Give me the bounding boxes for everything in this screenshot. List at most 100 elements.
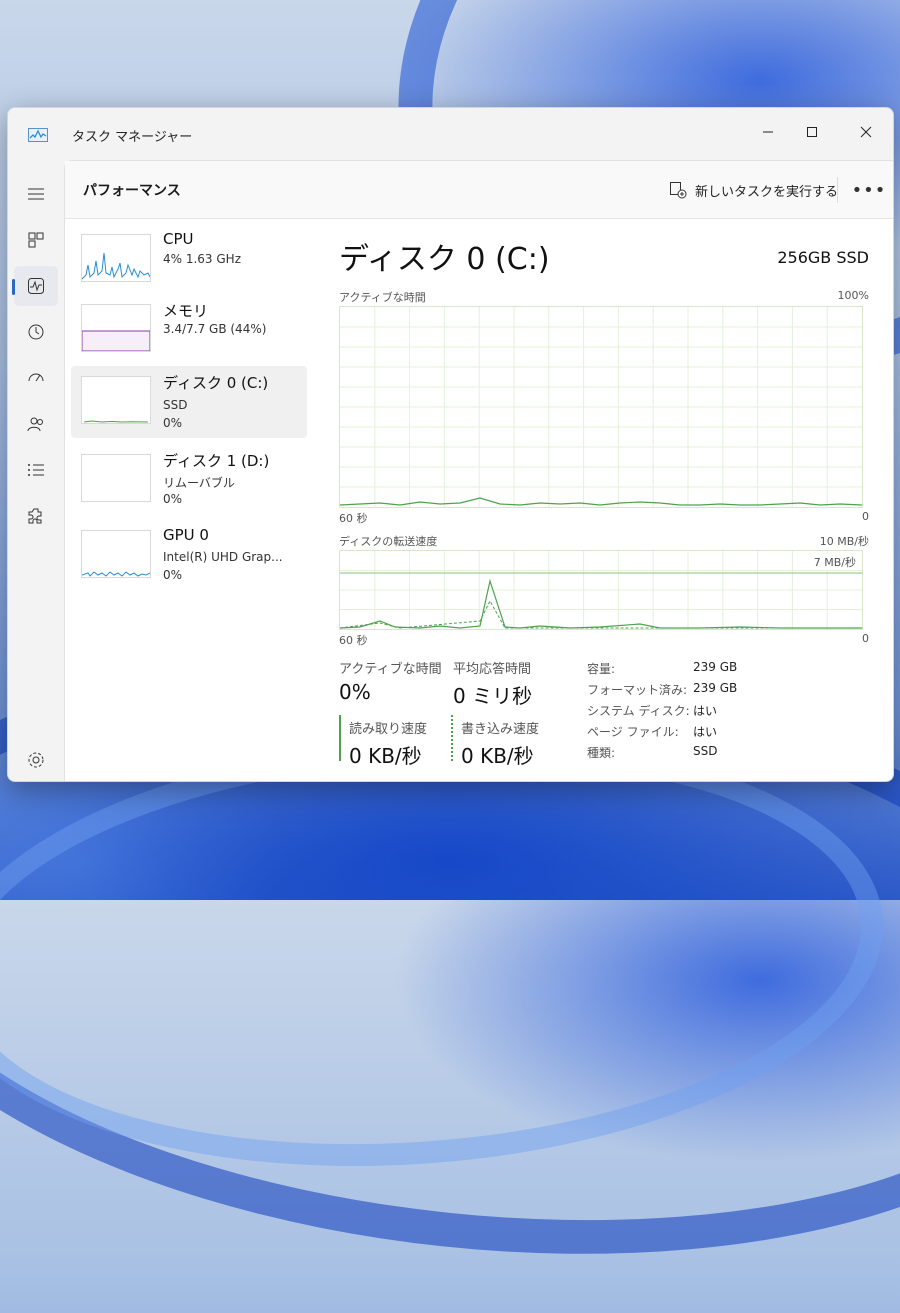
task-manager-app-icon xyxy=(28,128,48,142)
nav-details[interactable] xyxy=(14,450,58,490)
nav-settings[interactable] xyxy=(14,740,58,780)
perf-item-memory[interactable]: メモリ 3.4/7.7 GB (44%) xyxy=(71,294,307,366)
page-header: パフォーマンス 新しいタスクを実行する ••• xyxy=(65,161,893,219)
active-time-chart xyxy=(339,307,863,507)
response-time-stat-label: 平均応答時間 xyxy=(453,662,532,677)
gear-icon xyxy=(28,752,44,768)
details-icon xyxy=(28,464,44,476)
info-key: 種類: xyxy=(587,746,616,760)
minimize-icon xyxy=(763,131,773,133)
minimize-button[interactable] xyxy=(746,116,790,148)
maximize-button[interactable] xyxy=(790,116,834,148)
header-divider xyxy=(837,177,838,203)
run-task-label: 新しいタスクを実行する xyxy=(695,184,839,200)
nav-performance[interactable] xyxy=(12,266,58,306)
cpu-thumbnail xyxy=(81,234,151,282)
active-time-min: 0 xyxy=(862,510,869,523)
read-speed-marker xyxy=(339,715,341,761)
page-title: パフォーマンス xyxy=(83,183,181,199)
transfer-x-label: 60 秒 xyxy=(339,634,368,647)
write-speed-label: 書き込み速度 xyxy=(461,722,540,737)
app-history-icon xyxy=(28,324,44,340)
perf-item-detail: 4% 1.63 GHz xyxy=(163,252,242,266)
disk-detail-panel: ディスク 0 (C:) 256GB SSD アクティブな時間 100% 60 秒… xyxy=(337,218,877,778)
title-bar[interactable]: タスク マネージャー xyxy=(8,108,893,160)
gpu-thumbnail xyxy=(81,530,151,578)
perf-item-gpu-0[interactable]: GPU 0 Intel(R) UHD Grap... 0% xyxy=(71,520,307,592)
info-key: ページ ファイル: xyxy=(587,725,679,739)
gpu-sparkline xyxy=(82,571,150,577)
nav-startup[interactable] xyxy=(14,358,58,398)
more-icon: ••• xyxy=(851,179,887,201)
close-button[interactable] xyxy=(844,116,888,148)
startup-icon xyxy=(28,373,44,382)
perf-item-usage: 0% xyxy=(163,568,183,582)
services-icon xyxy=(28,508,42,524)
nav-processes[interactable] xyxy=(14,220,58,260)
perf-item-name: GPU 0 xyxy=(163,526,209,544)
transfer-graph-label: ディスクの転送速度 xyxy=(339,535,438,548)
perf-item-name: CPU xyxy=(163,230,194,248)
active-time-graph xyxy=(339,306,863,508)
performance-page: パフォーマンス 新しいタスクを実行する ••• CPU 4% 1.63 GHz … xyxy=(64,160,893,781)
disk1-thumbnail xyxy=(81,454,151,502)
active-time-stat-label: アクティブな時間 xyxy=(339,662,442,677)
disk0-sparkline xyxy=(83,420,149,423)
perf-item-usage: 0% xyxy=(163,416,183,430)
performance-icon xyxy=(28,278,44,294)
perf-item-usage: 0% xyxy=(163,492,183,506)
maximize-icon xyxy=(807,127,817,137)
transfer-rate-chart xyxy=(339,551,862,629)
hamburger-icon xyxy=(28,188,44,200)
info-value: はい xyxy=(693,704,718,718)
nav-app-history[interactable] xyxy=(14,312,58,352)
transfer-min: 0 xyxy=(862,632,869,645)
perf-item-cpu[interactable]: CPU 4% 1.63 GHz xyxy=(71,224,307,296)
disk0-thumbnail xyxy=(81,376,151,424)
nav-menu-button[interactable] xyxy=(14,174,58,214)
processes-icon xyxy=(28,232,44,248)
performance-list: CPU 4% 1.63 GHz メモリ 3.4/7.7 GB (44%) ディス… xyxy=(65,218,315,781)
cpu-sparkline xyxy=(82,252,150,280)
info-value: はい xyxy=(693,725,718,739)
response-time-stat-value: 0 ミリ秒 xyxy=(453,684,533,708)
active-time-graph-max: 100% xyxy=(837,289,869,302)
info-key: 容量: xyxy=(587,662,616,676)
write-speed-marker xyxy=(451,715,453,761)
nav-services[interactable] xyxy=(14,496,58,536)
read-speed-label: 読み取り速度 xyxy=(349,722,428,737)
info-key: フォーマット済み: xyxy=(587,683,688,697)
perf-item-detail: 3.4/7.7 GB (44%) xyxy=(163,322,267,336)
nav-users[interactable] xyxy=(14,404,58,444)
task-manager-window: タスク マネージャー パフォーマンス 新しいタスクを実行する ••• CPU 4… xyxy=(7,107,894,782)
run-task-icon xyxy=(670,182,687,199)
read-speed-value: 0 KB/秒 xyxy=(349,744,422,768)
active-time-x-label: 60 秒 xyxy=(339,512,368,525)
info-value: 239 GB xyxy=(693,660,738,674)
close-icon xyxy=(860,126,872,138)
detail-model: 256GB SSD xyxy=(777,248,869,267)
more-options-button[interactable]: ••• xyxy=(851,174,887,206)
memory-thumbnail xyxy=(81,304,151,352)
perf-item-detail: リムーバブル xyxy=(163,476,235,490)
detail-title: ディスク 0 (C:) xyxy=(339,242,550,277)
transfer-ref-label: 7 MB/秒 xyxy=(811,554,858,570)
perf-item-detail: Intel(R) UHD Grap... xyxy=(163,550,283,564)
perf-item-disk-0[interactable]: ディスク 0 (C:) SSD 0% xyxy=(71,366,307,438)
run-new-task-button[interactable]: 新しいタスクを実行する xyxy=(661,174,846,206)
transfer-rate-graph: 7 MB/秒 xyxy=(339,550,863,630)
perf-item-detail: SSD xyxy=(163,398,188,412)
navigation-rail xyxy=(8,160,64,781)
active-time-stat-value: 0% xyxy=(339,680,371,704)
perf-item-disk-1[interactable]: ディスク 1 (D:) リムーバブル 0% xyxy=(71,444,307,516)
perf-item-name: ディスク 0 (C:) xyxy=(163,374,269,392)
transfer-graph-max: 10 MB/秒 xyxy=(819,535,869,548)
perf-item-name: ディスク 1 (D:) xyxy=(163,452,270,470)
info-value: 239 GB xyxy=(693,681,738,695)
perf-item-name: メモリ xyxy=(163,302,209,320)
memory-sparkline xyxy=(82,330,150,351)
active-time-graph-label: アクティブな時間 xyxy=(339,291,426,304)
info-key: システム ディスク: xyxy=(587,704,690,718)
info-value: SSD xyxy=(693,744,718,758)
write-speed-value: 0 KB/秒 xyxy=(461,744,534,768)
